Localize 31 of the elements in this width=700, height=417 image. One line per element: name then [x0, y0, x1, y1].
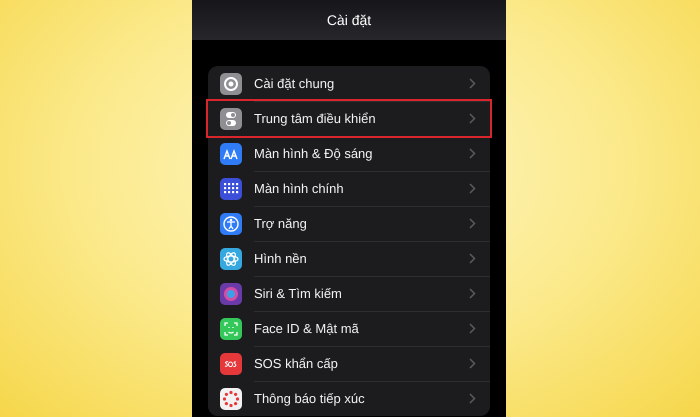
chevron-icon	[469, 322, 476, 334]
settings-row[interactable]: Màn hình & Độ sáng	[208, 136, 490, 171]
row-label: Trợ năng	[254, 216, 308, 230]
settings-row[interactable]: Màn hình chính	[208, 171, 490, 206]
settings-row[interactable]: SOS khẩn cấp	[208, 346, 490, 381]
settings-row[interactable]: Cài đặt chung	[208, 66, 490, 101]
chevron-icon	[469, 112, 476, 124]
chevron-icon	[469, 148, 476, 158]
row-label: Hình nền	[254, 250, 308, 266]
chevron-icon	[469, 218, 476, 228]
settings-row[interactable]: Hình nền	[208, 241, 490, 276]
settings-row[interactable]: Trung tâm điều khiển	[208, 101, 490, 136]
settings-row[interactable]: Face ID & Mật mã	[208, 311, 490, 346]
row-label: Màn hình & Độ sáng	[254, 146, 374, 160]
settings-row[interactable]: Thông báo tiếp xúc	[208, 381, 490, 416]
row-label: Cài đặt chung	[254, 76, 336, 90]
row-label: Siri & Tìm kiếm	[254, 286, 343, 300]
settings-row[interactable]: Trợ năng	[208, 206, 490, 241]
row-label: Trung tâm điều khiển	[254, 110, 377, 126]
chevron-icon	[469, 78, 476, 88]
chevron-icon	[469, 252, 476, 264]
settings-row[interactable]: Siri & Tìm kiếm	[208, 276, 490, 311]
chevron-icon	[469, 182, 476, 194]
chevron-icon	[469, 393, 476, 404]
chevron-icon	[469, 288, 476, 298]
row-label: Màn hình chính	[254, 180, 345, 196]
row-label: Face ID & Mật mã	[254, 320, 360, 336]
row-label: SOS khẩn cấp	[254, 356, 339, 370]
chevron-icon	[469, 358, 476, 368]
screen-title: Cài đặt	[326, 12, 372, 28]
row-label: Thông báo tiếp xúc	[254, 391, 366, 406]
